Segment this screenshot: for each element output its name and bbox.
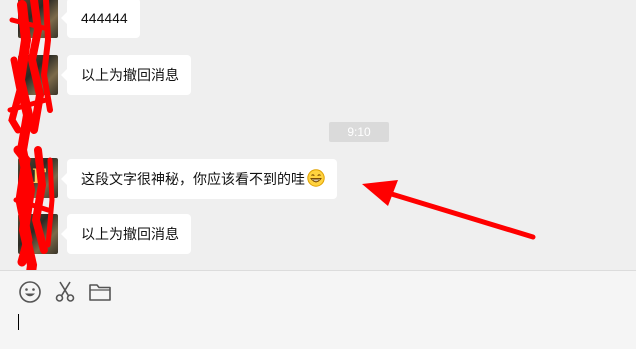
avatar[interactable]	[18, 214, 58, 254]
message-bubble: 以上为撤回消息	[61, 55, 191, 95]
folder-icon[interactable]	[88, 280, 112, 304]
chat-history: 444444 以上为撤回消息 9:10 F 这段文字很神秘，你应该看不到的哇 以…	[0, 0, 636, 270]
message-text: 444444	[81, 10, 128, 26]
grin-emoji-icon	[307, 169, 325, 187]
message-text: 以上为撤回消息	[81, 67, 179, 83]
message-text: 这段文字很神秘，你应该看不到的哇	[81, 171, 305, 187]
timestamp: 9:10	[329, 122, 389, 142]
message-text: 以上为撤回消息	[81, 226, 179, 242]
avatar[interactable]	[18, 55, 58, 95]
avatar-glyph: F	[32, 164, 47, 188]
text-cursor	[18, 314, 19, 330]
smiley-icon[interactable]	[18, 280, 42, 304]
avatar[interactable]: F	[18, 158, 58, 198]
message-bubble: 以上为撤回消息	[61, 214, 191, 254]
avatar[interactable]	[18, 0, 58, 38]
scissors-icon[interactable]	[53, 280, 77, 304]
message-bubble: 这段文字很神秘，你应该看不到的哇	[61, 159, 337, 199]
message-bubble: 444444	[61, 0, 140, 38]
